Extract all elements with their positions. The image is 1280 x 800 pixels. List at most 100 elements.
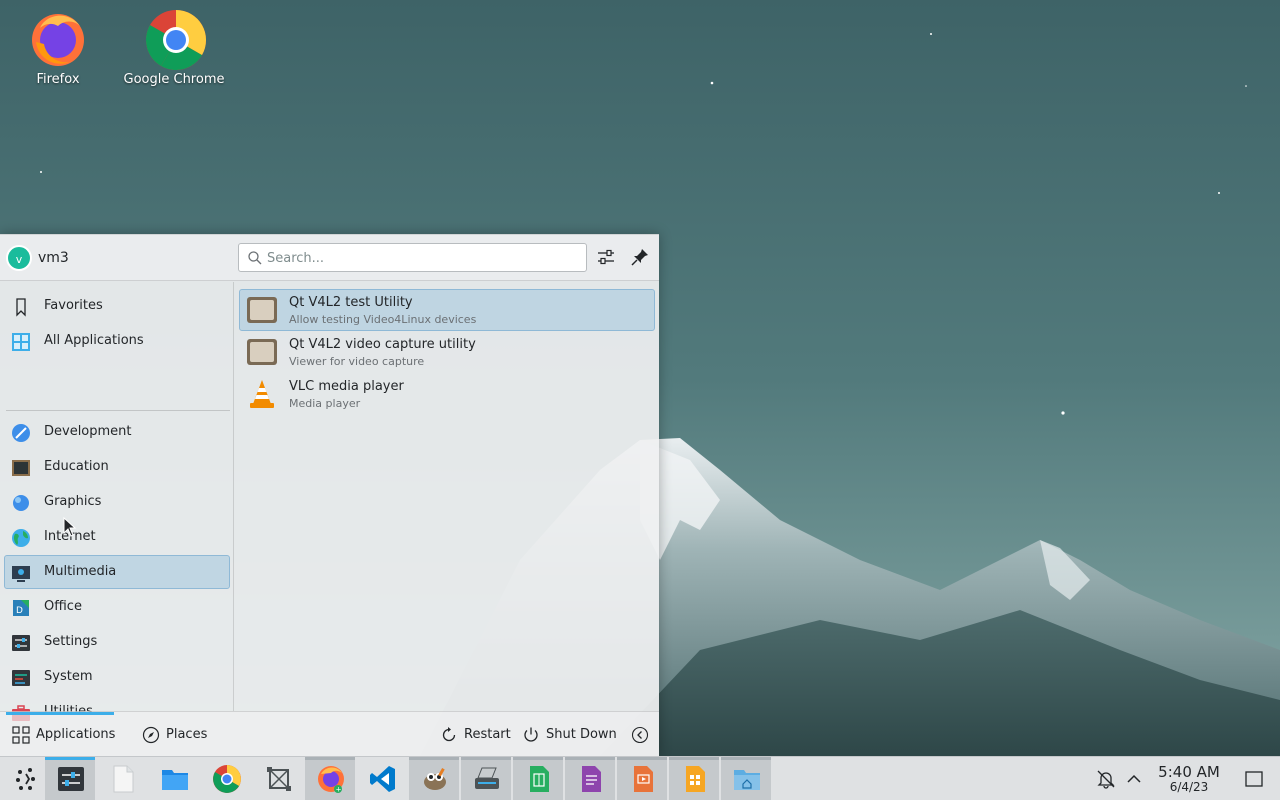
category-label: Development xyxy=(44,424,132,439)
taskbar-notes[interactable] xyxy=(565,757,615,800)
taskbar-firefox[interactable]: + xyxy=(305,757,355,800)
taskbar-app-launcher[interactable] xyxy=(0,757,50,800)
notes-icon xyxy=(582,766,601,792)
firefox-icon xyxy=(28,8,88,68)
category-system[interactable]: System xyxy=(4,660,230,694)
category-all-applications[interactable]: All Applications xyxy=(4,324,230,358)
app-launcher-icon xyxy=(16,768,35,790)
multimedia-icon xyxy=(12,566,30,582)
app-name: VLC media player xyxy=(289,379,404,394)
app-entry-vlc-media-player[interactable]: VLC media player Media player xyxy=(239,373,655,415)
category-settings[interactable]: Settings xyxy=(4,625,230,659)
launcher-footer: Applications Places Restart Shut Down xyxy=(0,711,659,757)
app-description: Viewer for video capture xyxy=(289,355,425,368)
scanner-icon xyxy=(475,767,499,789)
applications-grid-icon xyxy=(12,726,30,744)
orange-doc-icon xyxy=(686,766,705,792)
avatar[interactable]: v xyxy=(6,245,32,271)
taskbar-chrome[interactable] xyxy=(201,757,251,800)
taskbar-vscode[interactable] xyxy=(357,757,407,800)
taskbar-home-folder[interactable] xyxy=(721,757,771,800)
category-label: Settings xyxy=(44,634,98,649)
tab-applications[interactable]: Applications xyxy=(12,724,116,746)
search-box[interactable] xyxy=(238,243,587,272)
tab-label: Applications xyxy=(36,727,116,742)
task-indicator xyxy=(461,757,511,760)
search-icon xyxy=(248,251,262,265)
app-description: Allow testing Video4Linux devices xyxy=(289,313,477,326)
system-settings-icon xyxy=(58,767,84,791)
active-tab-indicator xyxy=(6,712,114,715)
username: vm3 xyxy=(38,250,69,266)
taskbar-spreadsheet[interactable] xyxy=(513,757,563,800)
app-name: Qt V4L2 test Utility xyxy=(289,295,413,310)
pin-icon[interactable] xyxy=(629,246,651,268)
taskbar-scanner[interactable] xyxy=(461,757,511,800)
application-launcher: v vm3 Favorites xyxy=(0,234,659,757)
chevron-left-icon[interactable] xyxy=(631,726,649,744)
category-graphics[interactable]: Graphics xyxy=(4,485,230,519)
system-icon xyxy=(12,670,30,686)
category-development[interactable]: Development xyxy=(4,415,230,449)
taskbar-gimp[interactable] xyxy=(409,757,459,800)
office-icon: D xyxy=(13,600,29,616)
show-desktop-icon[interactable] xyxy=(1243,768,1265,790)
taskbar-document[interactable] xyxy=(669,757,719,800)
bookmark-icon xyxy=(16,298,26,317)
blank-document-icon xyxy=(113,765,134,793)
notifications-icon[interactable] xyxy=(1095,768,1117,790)
screenshot-crop-icon xyxy=(267,767,291,791)
home-folder-icon xyxy=(734,770,760,790)
task-indicator xyxy=(513,757,563,760)
calc-spreadsheet-icon xyxy=(530,766,549,792)
taskbar: + 5:40 AM 6/4/23 xyxy=(0,756,1280,800)
svg-text:+: + xyxy=(336,786,342,794)
desktop-icon-firefox[interactable]: Firefox xyxy=(3,8,113,87)
category-education[interactable]: Education xyxy=(4,450,230,484)
taskbar-file-manager[interactable] xyxy=(149,757,199,800)
app-description: Media player xyxy=(289,397,361,410)
restart-button[interactable]: Restart xyxy=(440,724,512,746)
category-label: All Applications xyxy=(44,333,144,348)
category-office[interactable]: D Office xyxy=(4,590,230,624)
digital-clock[interactable]: 5:40 AM 6/4/23 xyxy=(1150,764,1228,794)
tab-label: Places xyxy=(166,727,208,742)
taskbar-system-settings[interactable] xyxy=(45,757,95,800)
shut-down-button[interactable]: Shut Down xyxy=(522,724,617,746)
chrome-icon xyxy=(144,8,207,71)
search-input[interactable] xyxy=(267,248,577,268)
taskbar-presentation[interactable] xyxy=(617,757,667,800)
category-sidebar: Favorites All Applications Development E… xyxy=(0,282,234,721)
category-multimedia[interactable]: Multimedia xyxy=(4,555,230,589)
task-indicator xyxy=(669,757,719,760)
globe-icon xyxy=(12,529,30,547)
category-label: Graphics xyxy=(44,494,102,509)
desktop-icon-google-chrome[interactable]: Google Chrome xyxy=(119,8,229,87)
task-indicator xyxy=(565,757,615,760)
category-internet[interactable]: Internet xyxy=(4,520,230,554)
folder-icon xyxy=(162,770,188,790)
chevron-up-icon[interactable] xyxy=(1123,768,1145,790)
tab-places[interactable]: Places xyxy=(142,724,212,746)
app-name: Qt V4L2 video capture utility xyxy=(289,337,476,352)
settings-icon xyxy=(12,635,30,651)
task-indicator xyxy=(409,757,459,760)
vlc-cone-icon xyxy=(250,380,274,408)
app-entry-qt-v4l2-test-utility[interactable]: Qt V4L2 test Utility Allow testing Video… xyxy=(239,289,655,331)
education-icon xyxy=(12,460,30,476)
category-favorites[interactable]: Favorites xyxy=(4,289,230,323)
category-label: Favorites xyxy=(44,298,103,313)
application-list: Qt V4L2 test Utility Allow testing Video… xyxy=(235,282,659,711)
taskbar-blank-document[interactable] xyxy=(97,757,147,800)
svg-text:D: D xyxy=(16,606,23,616)
shut-down-label: Shut Down xyxy=(546,727,617,742)
restart-label: Restart xyxy=(464,727,511,742)
app-entry-qt-v4l2-video-capture-utility[interactable]: Qt V4L2 video capture utility Viewer for… xyxy=(239,331,655,373)
configure-icon[interactable] xyxy=(595,246,617,268)
task-indicator xyxy=(721,757,771,760)
clock-time: 5:40 AM xyxy=(1158,763,1220,781)
restart-icon xyxy=(442,727,456,742)
task-indicator xyxy=(305,757,355,760)
category-label: Office xyxy=(44,599,82,614)
taskbar-screenshot-tool[interactable] xyxy=(253,757,303,800)
